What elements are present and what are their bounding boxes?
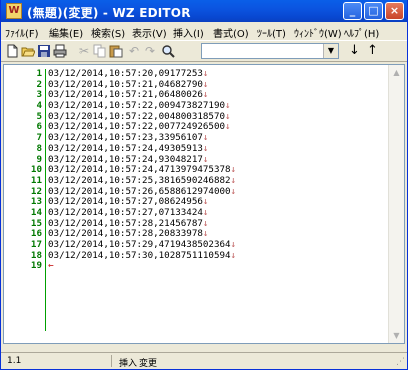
scroll-down-icon[interactable]: ▼ xyxy=(389,328,404,343)
menu-window[interactable]: ｳｨﾝﾄﾞｳ(W) xyxy=(294,25,342,40)
new-file-icon[interactable] xyxy=(5,44,19,58)
close-button[interactable]: × xyxy=(385,2,404,20)
line-break-marker: ↓ xyxy=(202,206,209,218)
menu-bar: ﾌｧｲﾙ(F) 編集(E) 検索(S) 表示(V) 挿入(I) 書式(O) ﾂｰ… xyxy=(1,22,407,40)
line-text: 03/12/2014,10:57:25,3816590246882↓ xyxy=(48,174,237,186)
menu-view[interactable]: 表示(V) xyxy=(132,25,167,40)
search-icon[interactable] xyxy=(161,44,175,58)
title-bar[interactable]: W (無題)(変更) - WZ EDITOR _ □ × xyxy=(1,0,407,22)
find-previous-button[interactable]: ↑ xyxy=(367,44,378,58)
menu-help[interactable]: ﾍﾙﾌﾟ(H) xyxy=(344,25,379,40)
editor-line[interactable]: 11 03/12/2014,10:57:25,3816590246882↓ xyxy=(4,174,386,187)
line-break-marker: ↓ xyxy=(202,68,209,79)
line-break-marker: ↓ xyxy=(202,142,209,154)
line-text: ← xyxy=(48,260,54,272)
menu-edit[interactable]: 編集(E) xyxy=(49,25,83,40)
editor-line[interactable]: 18 03/12/2014,10:57:30,1028751110594↓ xyxy=(4,249,386,262)
line-break-marker: ↓ xyxy=(202,153,209,165)
line-break-marker: ↓ xyxy=(202,132,209,144)
copy-icon[interactable] xyxy=(93,44,107,58)
window-title: (無題)(変更) - WZ EDITOR xyxy=(27,6,191,20)
toolbar: ✂ ↶ ↷ ▼ ↓ ↑ xyxy=(1,40,407,62)
menu-format[interactable]: 書式(O) xyxy=(213,25,249,40)
minimize-button[interactable]: _ xyxy=(343,2,362,20)
search-input[interactable]: ▼ xyxy=(201,43,339,59)
redo-icon[interactable]: ↷ xyxy=(143,44,157,58)
print-icon[interactable] xyxy=(53,44,67,58)
save-icon[interactable] xyxy=(37,44,51,58)
find-next-button[interactable]: ↓ xyxy=(349,44,360,58)
line-number: 19 xyxy=(30,260,42,272)
line-break-marker: ↓ xyxy=(230,239,237,250)
editor-lines: 1 03/12/2014,10:57:20,09177253↓ 2 03/12/201… xyxy=(4,68,386,272)
line-break-marker: ↓ xyxy=(230,185,237,197)
undo-icon[interactable]: ↶ xyxy=(127,44,141,58)
line-break-marker: ↓ xyxy=(202,196,209,208)
line-break-marker: ↓ xyxy=(225,121,231,133)
line-number: 8 xyxy=(36,142,42,154)
editor-line[interactable]: 19 ← xyxy=(4,261,386,272)
resize-grip-icon[interactable]: ⋰ xyxy=(396,357,405,367)
open-folder-icon[interactable] xyxy=(21,44,36,58)
app-icon[interactable]: W xyxy=(6,3,22,19)
paste-icon[interactable] xyxy=(109,44,123,58)
menu-search[interactable]: 検索(S) xyxy=(91,25,125,40)
line-number: 11 xyxy=(30,174,42,186)
editor-line[interactable]: 8 03/12/2014,10:57:24,49305913↓ xyxy=(4,142,386,155)
cursor-position: 1.1 xyxy=(7,356,22,366)
editor-window: W (無題)(変更) - WZ EDITOR _ □ × ﾌｧｲﾙ(F) 編集(… xyxy=(0,0,408,370)
status-divider xyxy=(111,355,112,367)
line-break-marker: ↓ xyxy=(225,110,231,122)
line-break-marker: ↓ xyxy=(202,228,209,240)
line-break-marker: ↓ xyxy=(230,249,237,261)
insert-mode-indicator: 挿入 xyxy=(119,359,138,369)
menu-file[interactable]: ﾌｧｲﾙ(F) xyxy=(5,25,39,40)
modified-indicator: 変更 xyxy=(139,359,158,369)
vertical-scrollbar[interactable]: ▲ ▼ xyxy=(388,65,404,343)
text-editor[interactable]: 1 03/12/2014,10:57:20,09177253↓ 2 03/12/201… xyxy=(3,64,405,344)
line-break-marker: ↓ xyxy=(202,217,209,229)
status-bar: 1.1 挿入 変更 ⋰ xyxy=(1,352,407,369)
chevron-down-icon[interactable]: ▼ xyxy=(323,44,338,58)
line-break-marker: ↓ xyxy=(225,100,231,112)
cut-icon[interactable]: ✂ xyxy=(77,44,91,58)
menu-tools[interactable]: ﾂｰﾙ(T) xyxy=(257,25,286,40)
line-break-marker: ↓ xyxy=(230,164,237,176)
line-text: 03/12/2014,10:57:30,1028751110594↓ xyxy=(48,249,237,261)
line-text: 03/12/2014,10:57:24,49305913↓ xyxy=(48,142,209,154)
line-break-marker: ↓ xyxy=(230,174,237,186)
line-break-marker: ↓ xyxy=(202,78,209,90)
menu-insert[interactable]: 挿入(I) xyxy=(173,25,204,40)
line-break-marker: ↓ xyxy=(202,89,209,101)
maximize-button[interactable]: □ xyxy=(364,2,383,20)
scroll-up-icon[interactable]: ▲ xyxy=(389,65,404,80)
